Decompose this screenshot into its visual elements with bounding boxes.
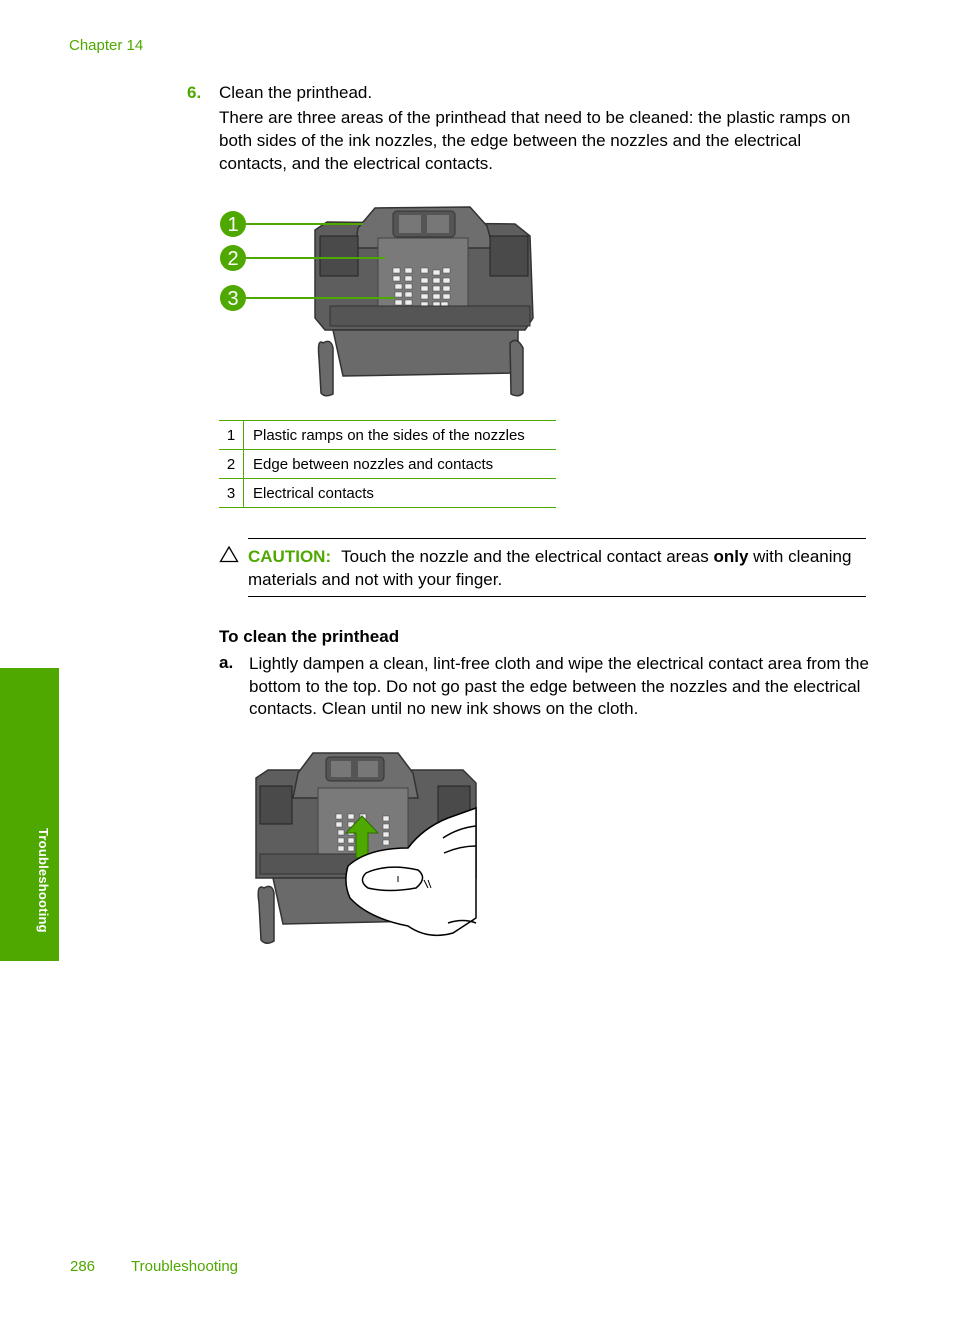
step-body: There are three areas of the printhead t… (219, 108, 851, 173)
legend-table: 1 Plastic ramps on the sides of the nozz… (219, 420, 556, 508)
caution-text-before: Touch the nozzle and the electrical cont… (341, 547, 714, 566)
svg-text:3: 3 (227, 288, 238, 310)
svg-text:2: 2 (227, 248, 238, 270)
table-row: 2 Edge between nozzles and contacts (219, 449, 556, 479)
step-title: Clean the printhead. (219, 83, 373, 102)
chapter-header: Chapter 14 (69, 37, 144, 54)
procedure-title: To clean the printhead (219, 627, 400, 646)
svg-text:1: 1 (227, 214, 238, 236)
caution-triangle-icon (219, 545, 239, 563)
footer-section-title: Troubleshooting (131, 1258, 239, 1275)
caution-emphasis: only (713, 547, 749, 566)
caution-note: CAUTION: Touch the nozzle and the electri… (248, 545, 868, 591)
table-row: 1 Plastic ramps on the sides of the nozz… (219, 420, 556, 450)
printhead-figure: 1 2 3 (220, 206, 534, 397)
legend-description: Plastic ramps on the sides of the nozzle… (243, 420, 556, 450)
step-number: 6. (187, 83, 202, 102)
table-row: 3 Electrical contacts (219, 478, 556, 508)
caution-label: CAUTION: (248, 547, 332, 566)
legend-number: 1 (219, 420, 244, 450)
printhead-illustration (314, 206, 534, 397)
substep-label: a. (219, 653, 234, 672)
callout-2: 2 (220, 245, 246, 271)
wipe-printhead-figure (255, 752, 477, 944)
side-tab-label: Troubleshooting (36, 828, 51, 933)
legend-number: 2 (219, 449, 244, 479)
page-number: 286 (70, 1258, 96, 1275)
substep-text: Lightly dampen a clean, lint-free cloth … (249, 654, 869, 718)
legend-description: Edge between nozzles and contacts (243, 449, 556, 479)
section-side-tab: Troubleshooting (0, 668, 59, 961)
legend-description: Electrical contacts (243, 478, 556, 508)
caution-divider-bottom (248, 596, 866, 597)
callout-3: 3 (220, 285, 246, 311)
callout-1: 1 (220, 211, 246, 237)
caution-divider-top (248, 538, 866, 539)
legend-number: 3 (219, 478, 244, 508)
